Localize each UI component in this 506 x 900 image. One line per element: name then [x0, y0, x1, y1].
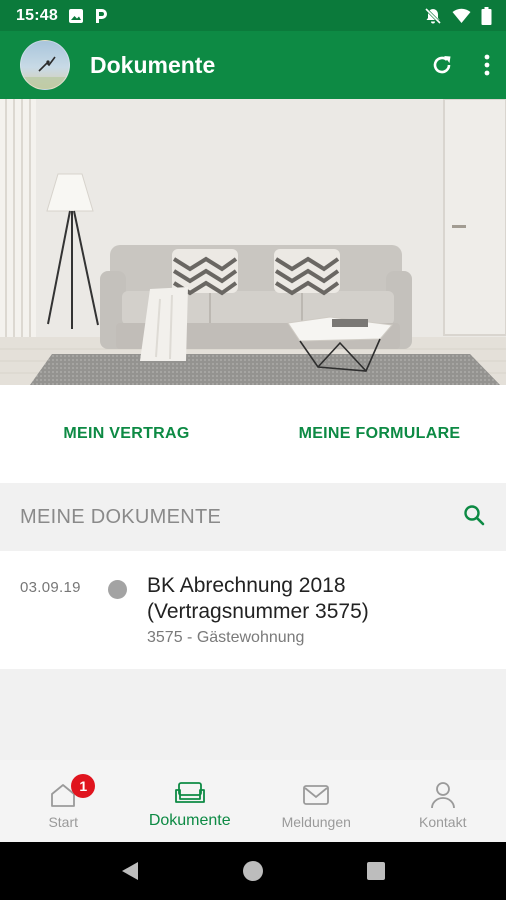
recents-icon[interactable] — [366, 861, 386, 881]
wifi-icon — [452, 8, 471, 24]
status-time: 15:48 — [16, 6, 58, 24]
list-item[interactable]: 03.09.19 BK Abrechnung 2018 (Vertragsnum… — [0, 551, 506, 669]
quick-links: MEIN VERTRAG MEINE FORMULARE — [0, 385, 506, 483]
nav-label: Kontakt — [419, 814, 467, 830]
home-circle-icon[interactable] — [241, 859, 265, 883]
search-icon[interactable] — [462, 503, 486, 532]
nav-dokumente[interactable]: Dokumente — [127, 760, 254, 842]
mute-icon — [424, 7, 442, 25]
status-bar: 15:48 — [0, 0, 506, 31]
nav-meldungen[interactable]: Meldungen — [253, 760, 380, 842]
document-date: 03.09.19 — [20, 579, 81, 596]
meine-formulare-link[interactable]: MEINE FORMULARE — [253, 425, 506, 443]
notification-badge: 1 — [71, 774, 96, 798]
avatar[interactable] — [20, 40, 70, 90]
bottom-navigation: 1 Start Dokumente Meldungen Kontakt — [0, 760, 506, 842]
mein-vertrag-link[interactable]: MEIN VERTRAG — [0, 425, 253, 443]
status-dot — [108, 580, 127, 599]
refresh-icon[interactable] — [430, 53, 454, 77]
section-title: MEINE DOKUMENTE — [20, 505, 222, 528]
living-room-image — [0, 99, 506, 385]
nav-kontakt[interactable]: Kontakt — [380, 760, 506, 842]
document-title: BK Abrechnung 2018 (Vertragsnummer 3575) — [147, 574, 369, 623]
document-subtitle: 3575 - Gästewohnung — [147, 629, 305, 646]
battery-icon — [481, 6, 492, 25]
nav-start[interactable]: 1 Start — [0, 760, 127, 842]
nav-label: Start — [48, 814, 79, 830]
image-icon — [68, 8, 84, 24]
parking-icon — [94, 8, 108, 24]
mail-icon — [302, 780, 330, 810]
back-icon[interactable] — [120, 860, 140, 882]
sofa-icon — [174, 778, 206, 808]
more-vert-icon[interactable] — [484, 54, 490, 76]
home-icon: 1 — [49, 774, 96, 810]
documents-section-header: MEINE DOKUMENTE — [0, 483, 506, 551]
nav-label: Meldungen — [281, 814, 351, 830]
page-title: Dokumente — [90, 51, 216, 78]
system-navigation — [0, 842, 506, 900]
nav-label: Dokumente — [148, 812, 231, 829]
app-bar: Dokumente — [0, 31, 506, 99]
person-icon — [430, 780, 456, 810]
